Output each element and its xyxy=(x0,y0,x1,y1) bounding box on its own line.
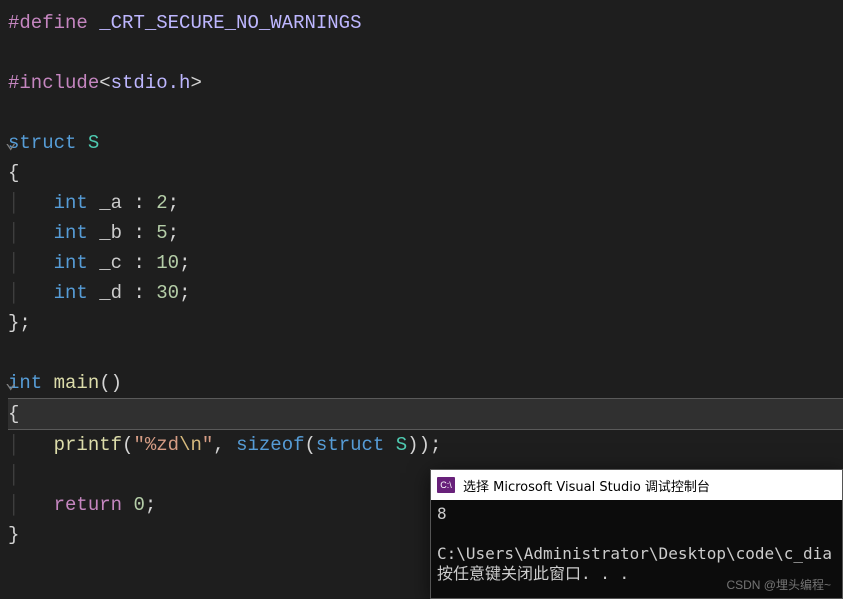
code-line xyxy=(8,338,843,368)
code-line: { xyxy=(8,158,843,188)
code-line: │ printf("%zd\n", sizeof(struct S)); xyxy=(8,430,843,460)
console-titlebar[interactable]: C:\ 选择 Microsoft Visual Studio 调试控制台 xyxy=(431,470,842,500)
fold-marker-icon[interactable]: ⌄ xyxy=(5,128,16,158)
code-line: │ int _a : 2; xyxy=(8,188,843,218)
code-line: #include<stdio.h> xyxy=(8,68,843,98)
code-line: ⌄struct S xyxy=(8,128,843,158)
code-editor[interactable]: #define _CRT_SECURE_NO_WARNINGS #include… xyxy=(0,0,843,550)
return-keyword: return xyxy=(54,494,122,516)
vs-icon: C:\ xyxy=(437,477,455,493)
function-name: main xyxy=(54,372,100,394)
code-line: #define _CRT_SECURE_NO_WARNINGS xyxy=(8,8,843,38)
console-output: 8 C:\Users\Administrator\Desktop\code\c_… xyxy=(431,500,842,588)
macro-name: _CRT_SECURE_NO_WARNINGS xyxy=(99,12,361,34)
console-title: 选择 Microsoft Visual Studio 调试控制台 xyxy=(463,476,710,495)
fold-marker-icon[interactable]: ⌄ xyxy=(5,368,16,398)
code-line: }; xyxy=(8,308,843,338)
type-name: S xyxy=(88,132,99,154)
directive: #define xyxy=(8,12,88,34)
code-line: │ int _b : 5; xyxy=(8,218,843,248)
function-call: printf xyxy=(54,434,122,456)
watermark: CSDN @埋头编程~ xyxy=(726,576,831,593)
code-line: │ int _d : 30; xyxy=(8,278,843,308)
code-line-current: { xyxy=(8,398,843,430)
code-line xyxy=(8,38,843,68)
code-line: │ int _c : 10; xyxy=(8,248,843,278)
code-line xyxy=(8,98,843,128)
directive: #include xyxy=(8,72,99,94)
code-line: ⌄int main() xyxy=(8,368,843,398)
keyword: struct xyxy=(8,132,76,154)
